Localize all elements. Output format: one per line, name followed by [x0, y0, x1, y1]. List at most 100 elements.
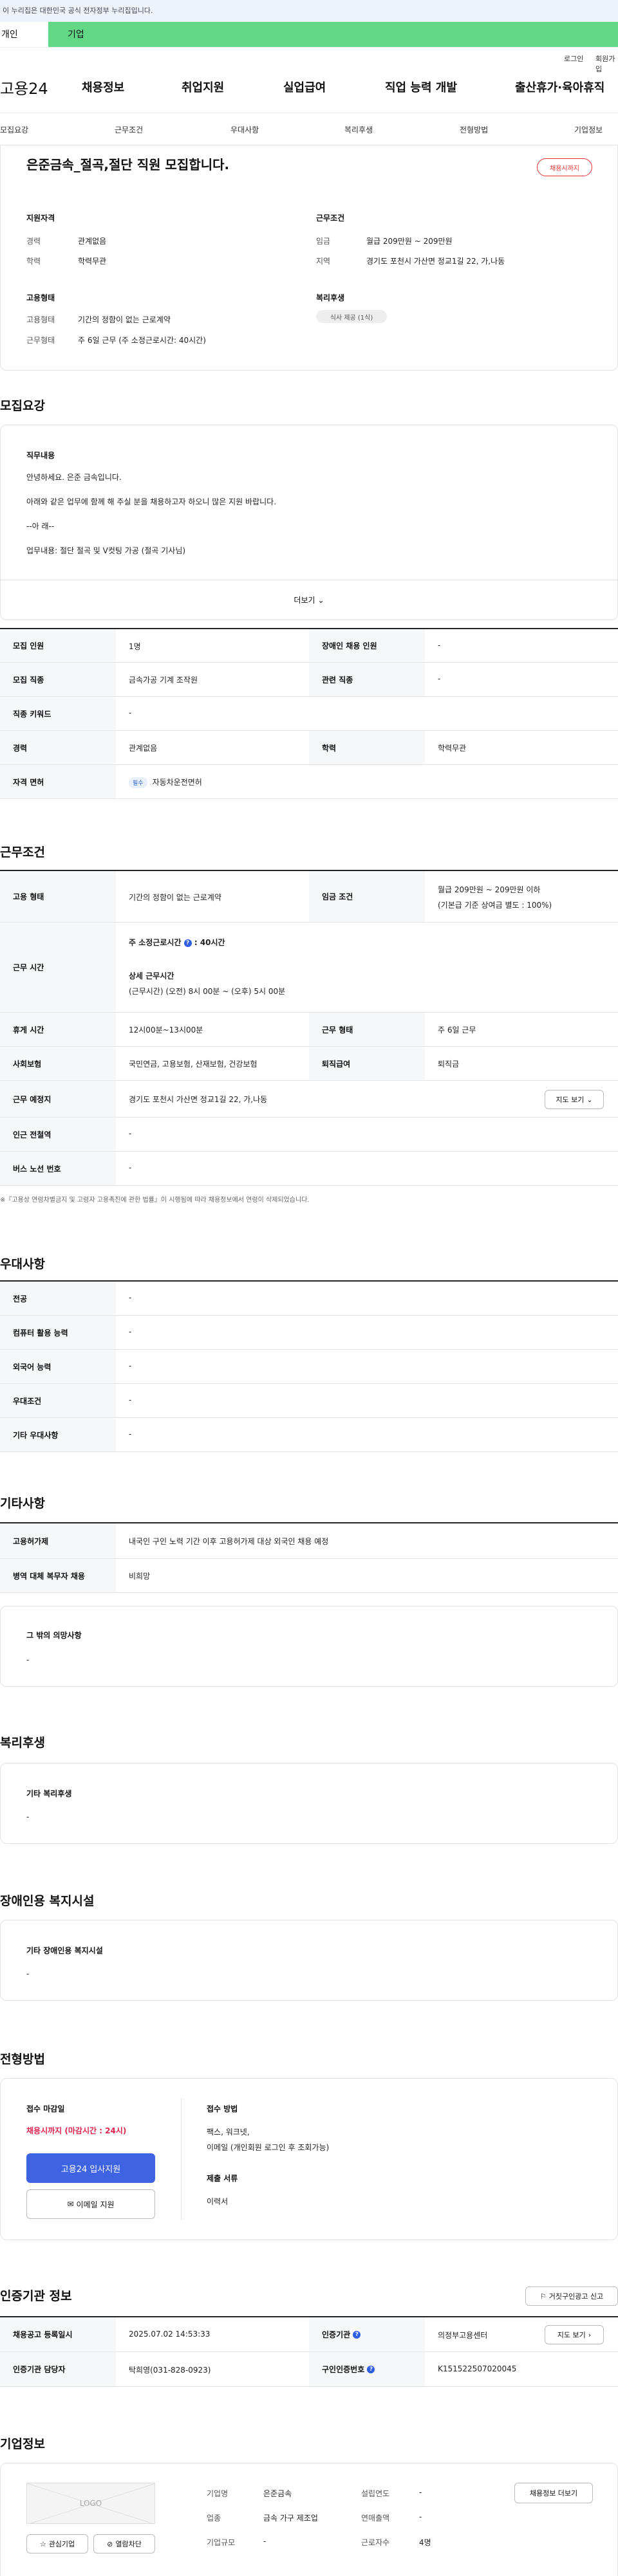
apply-button[interactable]: 고용24 입사지원: [26, 2153, 155, 2183]
email-apply-label: 이메일 지원: [76, 2200, 115, 2209]
insurance-value: 국민연금, 고용보험, 산재보험, 건강보험: [129, 1060, 258, 1069]
info-icon[interactable]: ?: [353, 2330, 361, 2339]
region-value: 경기도 포천시 가산면 정교1길 22, 가,나동: [366, 257, 505, 266]
education-label: 학력: [26, 257, 41, 266]
gnb-item-training[interactable]: 직업 능력 개발: [385, 78, 457, 95]
wage-row-value-2: (기본급 기준 상여금 별도 : 100%): [438, 901, 552, 910]
more-toggle[interactable]: 더보기 ⌄: [1, 580, 617, 620]
deadline-value: 채용시까지 (마감시간 : 24시): [26, 2126, 127, 2135]
benefits-heading: 복리후생: [316, 293, 345, 302]
weekly-hours-label: 주 소정근로시간: [129, 938, 182, 947]
other-preference-label: 기타 우대사항: [0, 1418, 116, 1451]
false-ad-report-label: 거짓구인광고 신고: [548, 2292, 604, 2301]
mail-icon: ✉: [67, 2200, 74, 2209]
work-permit-label: 고용허가제: [0, 1523, 116, 1558]
preferred-condition-label: 우대조건: [0, 1384, 116, 1417]
favorite-company-button[interactable]: ☆ 관심기업: [26, 2534, 88, 2553]
table-row: 채용공고 등록일시 2025.07.02 14:53:33 인증기관 ? 의정부…: [0, 2317, 618, 2352]
major-label: 전공: [0, 1282, 116, 1315]
info-icon[interactable]: ?: [367, 2365, 375, 2373]
deadline-heading: 접수 마감일: [26, 2104, 65, 2113]
gnb-item-employment-support[interactable]: 취업지원: [182, 78, 224, 95]
tab-personal[interactable]: 개인: [0, 22, 48, 47]
block-view-label: 열람차단: [115, 2540, 142, 2548]
map-view-button[interactable]: 지도 보기 ⌄: [545, 1090, 604, 1109]
gnb-item-parental-leave[interactable]: 출산휴가·육아휴직: [515, 78, 604, 95]
qualification-heading: 지원자격: [26, 214, 55, 223]
table-row: 근무 시간 주 소정근로시간 ? : 40시간 상세 근무시간 (근무시간) (…: [0, 923, 618, 1013]
user-type-tabs: 개인 기업: [0, 22, 618, 48]
annual-sales-value: -: [419, 2512, 422, 2521]
table-row: 버스 노선 번호 -: [0, 1152, 618, 1186]
disability-value: -: [26, 1969, 30, 1978]
staff-count-value: 4명: [419, 2538, 431, 2547]
career-value: 관계없음: [78, 237, 107, 246]
subway-value: -: [129, 1129, 132, 1138]
info-icon[interactable]: ?: [183, 939, 192, 947]
agency-map-button[interactable]: 지도 보기 ›: [545, 2325, 604, 2344]
more-jobs-button[interactable]: 채용정보 더보기: [514, 2483, 593, 2503]
gnb-item-jobs[interactable]: 채용정보: [82, 78, 124, 95]
anchor-company[interactable]: 기업정보: [574, 124, 603, 135]
preferences-section-title: 우대사항: [0, 1257, 45, 1271]
site-logo[interactable]: 고용24: [0, 76, 48, 98]
certification-number-text: 구인인증번호: [322, 2365, 365, 2374]
established-value: -: [419, 2488, 422, 2497]
bus-value: -: [129, 1163, 132, 1172]
other-wishes-value: -: [26, 1655, 30, 1664]
table-row: 고용 형태 기간의 정함이 없는 근로계약 임금 조건 월급 209만원 ~ 2…: [0, 871, 618, 923]
occupation-keyword-label: 직종 키워드: [0, 697, 116, 730]
block-view-button[interactable]: ⊘ 열람차단: [93, 2534, 155, 2553]
preferences-table: 전공 - 컴퓨터 활용 능력 - 외국어 능력 - 우대조건 - 기타 우대사항 -: [0, 1280, 618, 1452]
gov-notice-text: 이 누리집은 대한민국 공식 전자정부 누리집입니다.: [3, 6, 153, 15]
favorite-company-label: 관심기업: [48, 2540, 75, 2548]
computer-skill-label: 컴퓨터 활용 능력: [0, 1316, 116, 1349]
preferred-condition-value: -: [129, 1395, 132, 1404]
region-label: 지역: [316, 257, 331, 266]
duty-line-3: --아 래--: [26, 522, 55, 531]
agency-label: 인증기관 ?: [309, 2317, 425, 2351]
table-row: 모집 직종 금속가공 기계 조작원 관련 직종 -: [0, 663, 618, 697]
email-apply-button[interactable]: ✉ 이메일 지원: [26, 2189, 155, 2219]
detail-hours-label: 상세 근무시간: [129, 971, 174, 980]
chevron-down-icon: ⌄: [586, 1095, 593, 1104]
industry-value: 금속 가구 제조업: [263, 2514, 318, 2523]
anchor-welfare[interactable]: 복리후생: [344, 124, 373, 135]
duty-heading: 직무내용: [26, 451, 55, 460]
disability-card: 기타 장애인용 복지시설 -: [0, 1920, 618, 2001]
duty-description-card: 직무내용 안녕하세요. 은준 금속입니다. 아래와 같은 업무에 함께 해 주실…: [0, 425, 618, 620]
table-row: 전공 -: [0, 1282, 618, 1316]
table-row: 근무 예정지 경기도 포천시 가산면 정교1길 22, 가,나동 지도 보기 ⌄: [0, 1081, 618, 1118]
language-value: -: [129, 1361, 132, 1370]
anchor-preferences[interactable]: 우대사항: [230, 124, 259, 135]
break-value: 12시00분~13시00분: [129, 1026, 203, 1035]
conditions-section-title: 근무조건: [0, 845, 45, 860]
screening-card: 접수 마감일 채용시까지 (마감시간 : 24시) 고용24 입사지원 ✉ 이메일…: [0, 2078, 618, 2240]
agency-contact-label: 인증기관 담당자: [0, 2352, 116, 2386]
subway-label: 인근 전철역: [0, 1118, 116, 1151]
welfare-card: 기타 복리후생 -: [0, 1763, 618, 1844]
hours-row-label: 근무 시간: [0, 923, 116, 1012]
disabled-headcount-label: 장애인 채용 인원: [309, 629, 425, 662]
tab-company[interactable]: 기업: [48, 22, 618, 47]
company-name-label: 기업명: [207, 2489, 229, 2498]
weekly-hours-value: : 40시간: [194, 938, 225, 947]
table-row: 외국어 능력 -: [0, 1350, 618, 1384]
gnb-item-unemployment-benefit[interactable]: 실업급여: [283, 78, 326, 95]
company-size-label: 기업규모: [207, 2538, 236, 2547]
table-row: 사회보험 국민연금, 고용보험, 산재보험, 건강보험 퇴직급여 퇴직금: [0, 1047, 618, 1081]
method-value-2: 이메일 (개인회원 로그인 후 조회가능): [207, 2143, 330, 2152]
anchor-recruit[interactable]: 모집요강: [0, 124, 28, 135]
login-link[interactable]: 로그인: [564, 53, 583, 64]
false-ad-report-button[interactable]: ⚐ 거짓구인광고 신고: [525, 2286, 618, 2306]
chevron-down-icon: ⌄: [317, 595, 324, 605]
anchor-screening[interactable]: 전형방법: [460, 124, 488, 135]
agency-contact-value: 탁희영(031-828-0923): [129, 2366, 211, 2375]
computer-skill-value: -: [129, 1327, 132, 1336]
deadline-badge: 채용시까지: [537, 158, 592, 176]
utility-bar: 로그인 회원가입: [0, 48, 618, 73]
anchor-conditions[interactable]: 근무조건: [115, 124, 143, 135]
table-row: 인근 전철역 -: [0, 1118, 618, 1152]
report-icon: ⚐: [539, 2292, 547, 2301]
welfare-heading: 기타 복리후생: [26, 1789, 72, 1798]
